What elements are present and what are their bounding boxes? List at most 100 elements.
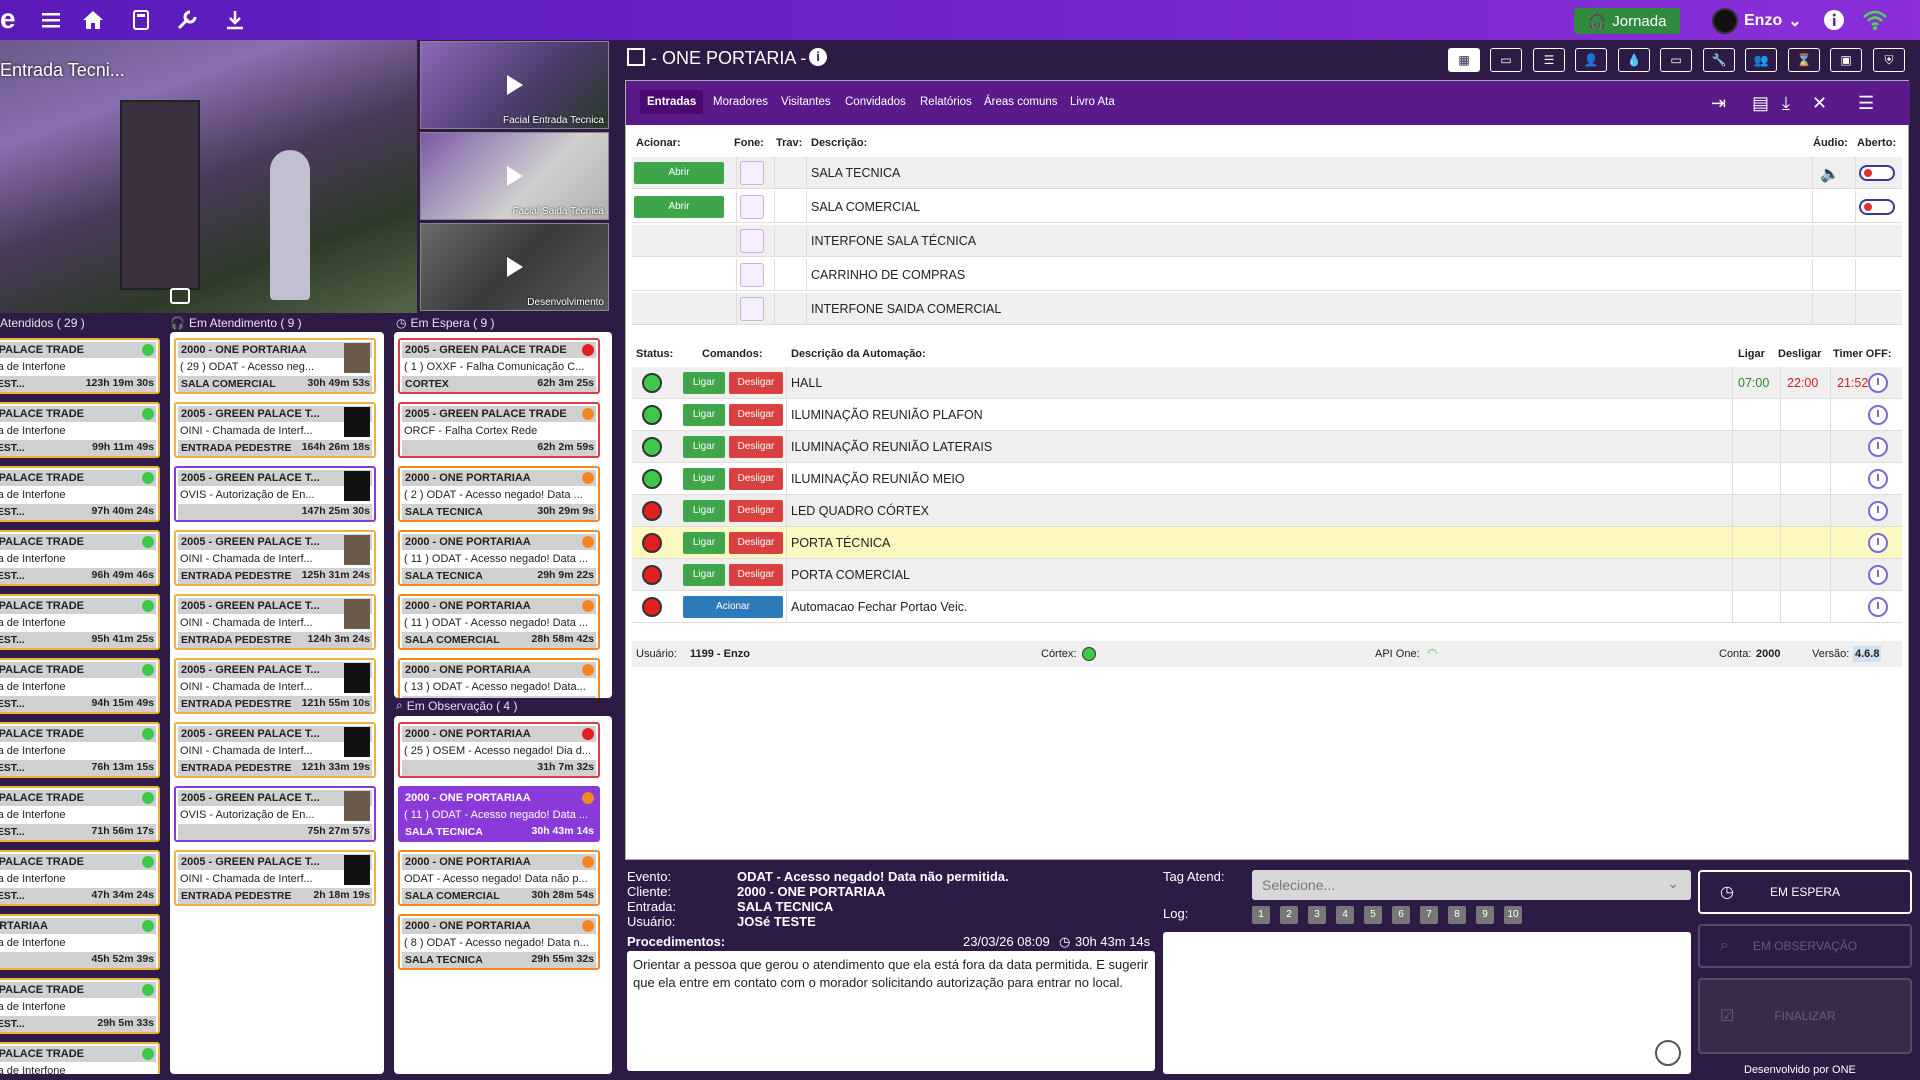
- ticket-card[interactable]: 2005 - GREEN PALACE T... OINI - Chamada d…: [174, 530, 376, 586]
- drop-icon[interactable]: 💧: [1618, 48, 1650, 72]
- battery-icon[interactable]: ▭: [1660, 48, 1692, 72]
- aberto-toggle[interactable]: [1859, 165, 1895, 181]
- shield-icon[interactable]: ⛨: [1873, 48, 1905, 72]
- log-number-button[interactable]: 8: [1448, 906, 1466, 924]
- atendidos-list[interactable]: REEN PALACE TRADEhamada de InterfoneA PE…: [0, 332, 160, 1074]
- ticket-card[interactable]: REEN PALACE TRADE hamada de Interfone: [0, 1042, 160, 1074]
- ticket-card[interactable]: 2005 - GREEN PALACE T... OINI - Chamada d…: [174, 722, 376, 778]
- calculator-icon[interactable]: [130, 9, 154, 31]
- log-number-button[interactable]: 9: [1476, 906, 1494, 924]
- log-number-button[interactable]: 5: [1364, 906, 1382, 924]
- tab-areas-comuns[interactable]: Áreas comuns: [984, 96, 1058, 108]
- camera-thumb-1[interactable]: Facial Entrada Tecnica: [420, 41, 609, 129]
- ticket-card[interactable]: REEN PALACE TRADEhamada de InterfoneA PE…: [0, 850, 160, 906]
- ligar-button[interactable]: Ligar: [683, 468, 725, 490]
- ligar-button[interactable]: Ligar: [683, 532, 725, 554]
- timer-icon[interactable]: [1868, 597, 1888, 617]
- ticket-card[interactable]: REEN PALACE TRADEhamada de InterfoneA PE…: [0, 786, 160, 842]
- em-espera-header[interactable]: ◷ Em Espera ( 9 ): [396, 316, 495, 330]
- ticket-card[interactable]: 2000 - ONE PORTARIAA ( 2 ) ODAT - Acesso …: [398, 466, 600, 522]
- ticket-card[interactable]: REEN PALACE TRADEhamada de InterfoneA PE…: [0, 658, 160, 714]
- ticket-card[interactable]: NE PORTARIAA hamada de Interfone 45h 52m 3…: [0, 914, 160, 970]
- list-icon[interactable]: ☰: [1533, 48, 1565, 72]
- ticket-card[interactable]: 2000 - ONE PORTARIAA ( 25 ) OSEM - Acesso…: [398, 722, 600, 778]
- info-icon[interactable]: [1823, 9, 1847, 31]
- ligar-button[interactable]: Ligar: [683, 436, 725, 458]
- ticket-card[interactable]: 2005 - GREEN PALACE TRADE ORCF - Falha Co…: [398, 402, 600, 458]
- download-icon[interactable]: ⤓: [1782, 93, 1790, 114]
- ticket-card[interactable]: 2005 - GREEN PALACE TRADE ( 1 ) OXXF - Fa…: [398, 338, 600, 394]
- home-icon[interactable]: [82, 9, 106, 31]
- phone-icon[interactable]: [740, 229, 764, 253]
- tag-atend-select[interactable]: Selecione... ⌄: [1252, 870, 1691, 900]
- phone-icon[interactable]: [740, 297, 764, 321]
- ticket-card[interactable]: 2005 - GREEN PALACE T... OVIS - Autorizaç…: [174, 466, 376, 522]
- em-atendimento-header[interactable]: 🎧 Em Atendimento ( 9 ): [170, 316, 302, 330]
- camera-snapshot-icon[interactable]: [170, 288, 190, 304]
- timer-icon[interactable]: [1868, 405, 1888, 425]
- ticket-card[interactable]: REEN PALACE TRADEhamada de InterfoneA PE…: [0, 466, 160, 522]
- ticket-card[interactable]: REEN PALACE TRADEhamada de InterfoneA PE…: [0, 338, 160, 394]
- tab-convidados[interactable]: Convidados: [845, 96, 906, 108]
- log-number-button[interactable]: 10: [1504, 906, 1522, 924]
- em-observacao-list[interactable]: 2000 - ONE PORTARIAA ( 25 ) OSEM - Acesso…: [394, 716, 612, 1074]
- hourglass-icon[interactable]: ⌛: [1788, 48, 1820, 72]
- download-icon[interactable]: [224, 9, 248, 31]
- camera-main-view[interactable]: Entrada Tecni...: [0, 40, 417, 313]
- timer-icon[interactable]: [1868, 437, 1888, 457]
- desligar-button[interactable]: Desligar: [729, 404, 783, 426]
- tab-moradores[interactable]: Moradores: [713, 96, 768, 108]
- atendidos-header[interactable]: Atendidos ( 29 ): [0, 316, 85, 330]
- aberto-toggle[interactable]: [1859, 199, 1895, 215]
- jornada-button[interactable]: 🎧 Jornada: [1574, 8, 1680, 34]
- person-icon[interactable]: 👤: [1575, 48, 1607, 72]
- ligar-button[interactable]: Ligar: [683, 372, 725, 394]
- desligar-button[interactable]: Desligar: [729, 372, 783, 394]
- desligar-button[interactable]: Desligar: [729, 500, 783, 522]
- ticket-card[interactable]: 2000 - ONE PORTARIAA ( 11 ) ODAT - Acesso…: [398, 786, 600, 842]
- ticket-card[interactable]: 2005 - GREEN PALACE T... OINI - Chamada d…: [174, 594, 376, 650]
- ticket-card[interactable]: REEN PALACE TRADEhamada de InterfoneA PE…: [0, 978, 160, 1034]
- card-icon[interactable]: ▭: [1490, 48, 1522, 72]
- tab-entradas[interactable]: Entradas: [640, 90, 704, 114]
- ticket-card[interactable]: 2000 - ONE PORTARIAA ( 11 ) ODAT - Acesso…: [398, 530, 600, 586]
- log-number-button[interactable]: 3: [1308, 906, 1326, 924]
- finalizar-button[interactable]: ☑ FINALIZAR: [1698, 978, 1912, 1054]
- timer-icon[interactable]: [1868, 373, 1888, 393]
- ticket-card[interactable]: 2000 - ONE PORTARIAA ( 8 ) ODAT - Acesso …: [398, 914, 600, 970]
- phone-icon[interactable]: [740, 195, 764, 219]
- desligar-button[interactable]: Desligar: [729, 468, 783, 490]
- ticket-card[interactable]: REEN PALACE TRADEhamada de InterfoneA PE…: [0, 722, 160, 778]
- abrir-button[interactable]: Abrir: [634, 162, 724, 184]
- log-number-button[interactable]: 7: [1420, 906, 1438, 924]
- document-icon[interactable]: ▤: [1752, 93, 1769, 114]
- image-icon[interactable]: ▣: [1830, 48, 1862, 72]
- menu-icon[interactable]: ☰: [1858, 93, 1874, 114]
- camera-thumb-3[interactable]: Desenvolvimento: [420, 223, 609, 311]
- ticket-card[interactable]: 2000 - ONE PORTARIAA ( 29 ) ODAT - Acesso…: [174, 338, 376, 394]
- timer-icon[interactable]: [1868, 565, 1888, 585]
- timer-icon[interactable]: [1868, 469, 1888, 489]
- timer-icon[interactable]: [1868, 533, 1888, 553]
- ticket-card[interactable]: REEN PALACE TRADEhamada de InterfoneA PE…: [0, 402, 160, 458]
- em-espera-button[interactable]: ◷ EM ESPERA: [1698, 870, 1912, 914]
- desligar-button[interactable]: Desligar: [729, 436, 783, 458]
- tools-icon[interactable]: ✕: [1812, 93, 1827, 114]
- ticket-card[interactable]: 2005 - GREEN PALACE T... OINI - Chamada d…: [174, 850, 376, 906]
- em-atendimento-list[interactable]: 2000 - ONE PORTARIAA ( 29 ) ODAT - Acesso…: [170, 332, 384, 1074]
- tab-livro-ata[interactable]: Livro Ata: [1070, 96, 1115, 108]
- desligar-button[interactable]: Desligar: [729, 564, 783, 586]
- ticket-card[interactable]: REEN PALACE TRADEhamada de InterfoneA PE…: [0, 530, 160, 586]
- menu-icon[interactable]: [40, 9, 64, 31]
- ticket-card[interactable]: REEN PALACE TRADEhamada de InterfoneA PE…: [0, 594, 160, 650]
- em-observacao-header[interactable]: ⌕ Em Observação ( 4 ): [396, 698, 517, 713]
- building-view-icon[interactable]: ▦: [1448, 48, 1480, 72]
- ticket-card[interactable]: 2000 - ONE PORTARIAA ( 13 ) ODAT - Acesso…: [398, 658, 600, 698]
- wrench-icon[interactable]: 🔧: [1703, 48, 1735, 72]
- ligar-button[interactable]: Ligar: [683, 564, 725, 586]
- user-menu[interactable]: Enzo ⌄: [1712, 8, 1802, 34]
- wrench-icon[interactable]: [176, 9, 200, 31]
- em-observacao-button[interactable]: ⌕ EM OBSERVAÇÃO: [1698, 924, 1912, 968]
- phone-icon[interactable]: [740, 161, 764, 185]
- tab-visitantes[interactable]: Visitantes: [781, 96, 831, 108]
